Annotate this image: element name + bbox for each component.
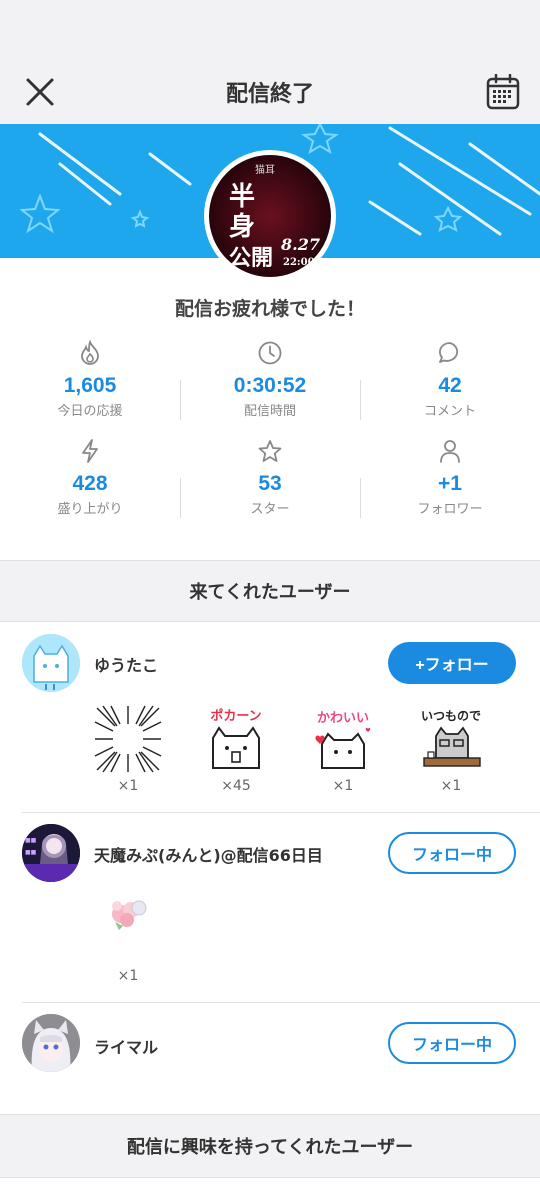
- gift-count: ×1: [117, 968, 139, 984]
- stat-value: +1: [438, 472, 462, 495]
- stat-label: 配信時間: [243, 404, 296, 419]
- stat-value: 53: [258, 472, 282, 495]
- gift-count: ×1: [117, 778, 139, 794]
- gift-item: ×1: [93, 704, 163, 794]
- following-button[interactable]: フォロー中: [388, 1022, 516, 1064]
- close-icon[interactable]: [22, 74, 58, 110]
- cat-avatar-icon: [22, 634, 80, 692]
- stat-comments: 42 コメント: [360, 336, 540, 434]
- thumbnail-image: 猫耳 半 身 公開 8.27 22:00: [209, 155, 331, 277]
- svg-text:■■: ■■: [25, 849, 37, 856]
- svg-text:■■: ■■: [25, 837, 37, 844]
- avatar[interactable]: [22, 1014, 80, 1072]
- stat-stars: 53 スター: [180, 434, 360, 532]
- gift-item: ポカーン ×45: [201, 704, 271, 794]
- stat-support: 1,605 今日の応援: [0, 336, 180, 434]
- status-bar: [0, 0, 540, 60]
- vtuber-avatar-icon: ■■ ■■: [22, 824, 80, 882]
- stat-label: コメント: [423, 404, 476, 419]
- stats-grid: 1,605 今日の応援 0:30:52 配信時間 42 コメント 428 盛り上…: [0, 336, 540, 532]
- flower-bouquet-gift-icon: [112, 900, 147, 930]
- thumbnail-date: 8.27: [280, 235, 320, 254]
- stat-duration: 0:30:52 配信時間: [180, 336, 360, 434]
- summary-message: 配信お疲れ様でした！: [174, 298, 365, 320]
- stat-value: 1,605: [63, 374, 117, 397]
- user-name[interactable]: ライマル: [94, 1034, 158, 1058]
- divider: [22, 1002, 540, 1003]
- avatar[interactable]: ■■ ■■: [22, 824, 80, 882]
- stream-thumbnail: 猫耳 半 身 公開 8.27 22:00: [204, 150, 336, 282]
- top-bar: 配信終了: [0, 60, 540, 124]
- gift-count: ×45: [221, 778, 251, 794]
- bolt-icon: [82, 439, 98, 463]
- avatar[interactable]: [22, 634, 80, 692]
- flame-icon: [81, 340, 99, 365]
- stat-label: スター: [250, 502, 290, 517]
- person-icon: [440, 440, 460, 463]
- following-button[interactable]: フォロー中: [388, 832, 516, 874]
- interested-section-title: 配信に興味を持ってくれたユーザー: [0, 1114, 540, 1178]
- gift-item: いつもので ×1: [416, 704, 486, 794]
- gift-text: かわいい: [317, 711, 369, 726]
- gift-count: ×1: [332, 778, 354, 794]
- comment-icon: [439, 342, 459, 363]
- gift-count: ×1: [440, 778, 462, 794]
- visitors-section-title: 来てくれたユーザー: [0, 560, 540, 622]
- gift-text: ポカーン: [210, 708, 261, 724]
- stat-label: フォロワー: [417, 502, 483, 517]
- anime-avatar-icon: [22, 1014, 80, 1072]
- stat-value: 42: [438, 374, 462, 397]
- pokan-cat-gift-icon: ポカーン: [210, 708, 262, 769]
- gift-text: いつもので: [421, 709, 481, 723]
- follow-button[interactable]: +フォロー: [388, 642, 516, 684]
- stat-value: 0:30:52: [233, 374, 307, 397]
- burst-gift-icon: [94, 705, 162, 773]
- user-name[interactable]: 天魔みぷ(みんと)@配信66日目: [94, 842, 323, 866]
- svg-text:半: 半: [229, 182, 255, 212]
- stat-label: 盛り上がり: [57, 502, 123, 517]
- divider: [22, 812, 540, 813]
- svg-text:身: 身: [229, 211, 255, 242]
- gift-item: ×1: [93, 878, 163, 984]
- thumbnail-time: 22:00: [283, 257, 315, 268]
- page-title: 配信終了: [225, 82, 314, 107]
- stat-label: 今日の応援: [57, 404, 123, 419]
- stat-followers: +1 フォロワー: [360, 434, 540, 532]
- svg-text:公開: 公開: [229, 245, 273, 271]
- star-icon: [258, 440, 282, 462]
- calendar-icon[interactable]: [486, 74, 520, 110]
- itsumono-cat-gift-icon: いつもので: [421, 709, 481, 767]
- thumbnail-subtitle: 猫耳: [255, 163, 275, 176]
- clock-icon: [258, 341, 282, 365]
- stat-value: 428: [72, 472, 108, 495]
- gift-item: かわいい ×1: [308, 704, 378, 794]
- stat-excitement: 428 盛り上がり: [0, 434, 180, 532]
- kawaii-cat-gift-icon: かわいい: [315, 711, 371, 769]
- user-name[interactable]: ゆうたこ: [94, 652, 158, 676]
